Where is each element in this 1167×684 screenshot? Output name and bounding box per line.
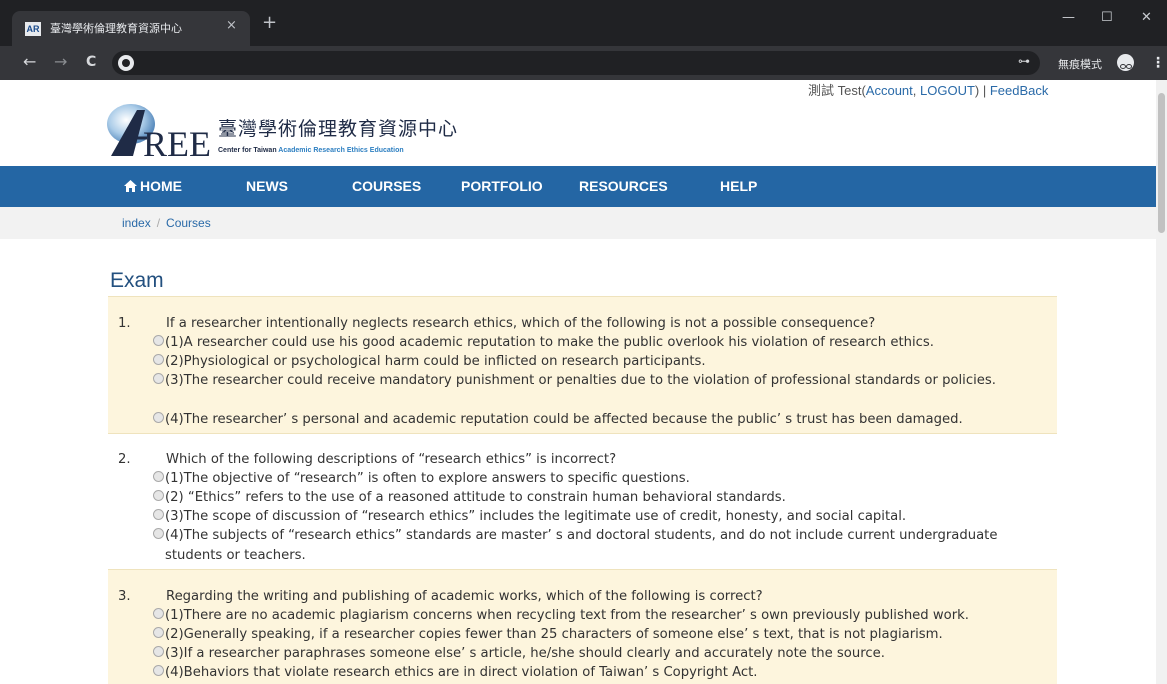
radio-button[interactable] (153, 528, 164, 539)
tab-close-icon[interactable]: × (226, 18, 237, 33)
radio-button[interactable] (153, 608, 164, 619)
close-window-button[interactable]: ✕ (1141, 10, 1152, 25)
browser-tab[interactable]: AR 臺灣學術倫理教育資源中心 × (12, 11, 250, 46)
option-row[interactable]: (4)The researcher’ s personal and academ… (153, 410, 1051, 430)
option-row[interactable]: (3)If a researcher paraphrases someone e… (153, 644, 1051, 664)
option-row[interactable]: (1)There are no academic plagiarism conc… (153, 606, 1051, 626)
option-row[interactable]: (3)The scope of discussion of “research … (153, 507, 1051, 527)
nav-portfolio[interactable]: PORTFOLIO (461, 178, 543, 194)
radio-button[interactable] (153, 471, 164, 482)
account-link[interactable]: Account (866, 83, 913, 98)
logo-mark-text: REE (143, 124, 211, 162)
logo-chinese-name: 臺灣學術倫理教育資源中心 (218, 118, 459, 140)
question-number: 1. (118, 316, 131, 331)
radio-button[interactable] (153, 373, 164, 384)
home-icon (124, 180, 137, 192)
breadcrumb: index / Courses (122, 216, 211, 230)
question-number: 2. (118, 452, 131, 467)
logo-english-name: Center for Taiwan Academic Research Ethi… (218, 147, 404, 154)
option-label: (3)If a researcher paraphrases someone e… (165, 646, 885, 661)
question-text: Which of the following descriptions of “… (166, 452, 617, 467)
site-info-icon[interactable] (118, 55, 134, 71)
option-label: (1)The objective of “research” is often … (165, 471, 690, 486)
maximize-window-button[interactable]: ☐ (1101, 10, 1113, 25)
nav-resources[interactable]: RESOURCES (579, 178, 668, 194)
tab-favicon-icon: AR (25, 22, 41, 36)
radio-button[interactable] (153, 665, 164, 676)
option-row[interactable]: (1)The objective of “research” is often … (153, 469, 1051, 489)
radio-button[interactable] (153, 354, 164, 365)
option-row[interactable]: (2) “Ethics” refers to the use of a reas… (153, 488, 1051, 508)
radio-button[interactable] (153, 412, 164, 423)
logo-mark-icon: REE (107, 104, 211, 162)
new-tab-button[interactable]: + (262, 14, 277, 32)
incognito-icon[interactable] (1117, 54, 1134, 71)
option-label: (1)A researcher could use his good acade… (165, 335, 934, 350)
breadcrumb-bar: index / Courses (0, 207, 1156, 239)
tab-title: 臺灣學術倫理教育資源中心 (50, 22, 182, 35)
nav-home-label: HOME (140, 178, 182, 194)
option-row[interactable]: (2)Physiological or psychological harm c… (153, 352, 1051, 372)
option-row[interactable]: (4)Behaviors that violate research ethic… (153, 663, 1051, 683)
user-bar: 測試 Test(Account, LOGOUT) | FeedBack (808, 80, 1048, 99)
scrollbar-thumb[interactable] (1158, 93, 1165, 233)
minimize-window-button[interactable]: — (1062, 10, 1075, 25)
option-label: (2)Generally speaking, if a researcher c… (165, 627, 943, 642)
option-label: (4)The researcher’ s personal and academ… (165, 412, 963, 427)
breadcrumb-separator: / (156, 216, 161, 230)
page-scrollbar[interactable] (1156, 80, 1167, 684)
browser-menu-icon[interactable]: ⋮ (1151, 55, 1165, 71)
option-label: (3)The scope of discussion of “research … (165, 509, 907, 524)
question-1: 1. If a researcher intentionally neglect… (108, 296, 1057, 434)
option-label: (1)There are no academic plagiarism conc… (165, 608, 969, 623)
breadcrumb-courses-link[interactable]: Courses (166, 216, 211, 230)
question-3: 3. Regarding the writing and publishing … (108, 569, 1057, 684)
back-icon[interactable]: ← (23, 53, 36, 71)
page-viewport: 測試 Test(Account, LOGOUT) | FeedBack REE … (0, 80, 1156, 684)
address-bar[interactable]: ⊶ (112, 51, 1040, 75)
option-row[interactable]: (3)The researcher could receive mandator… (153, 371, 1051, 391)
option-row[interactable]: (2)Generally speaking, if a researcher c… (153, 625, 1051, 645)
question-number: 3. (118, 589, 131, 604)
nav-home[interactable]: HOME (124, 178, 182, 194)
page-title: Exam (110, 269, 164, 292)
option-label: (2)Physiological or psychological harm c… (165, 354, 706, 369)
option-row[interactable]: (4)The subjects of “research ethics” sta… (153, 526, 1051, 565)
feedback-link[interactable]: FeedBack (990, 83, 1049, 98)
userbar-separator: ) | (974, 83, 990, 98)
site-logo[interactable]: REE 臺灣學術倫理教育資源中心 Center for Taiwan Acade… (103, 102, 463, 162)
option-label: (4)Behaviors that violate research ethic… (165, 665, 758, 680)
nav-news[interactable]: NEWS (246, 178, 288, 194)
radio-button[interactable] (153, 490, 164, 501)
radio-button[interactable] (153, 627, 164, 638)
userbar-comma: , (912, 83, 921, 98)
option-row[interactable]: (1)A researcher could use his good acade… (153, 333, 1051, 353)
radio-button[interactable] (153, 335, 164, 346)
user-name: 測試 Test( (808, 83, 866, 98)
option-label: (4)The subjects of “research ethics” sta… (165, 528, 998, 563)
breadcrumb-index-link[interactable]: index (122, 216, 151, 230)
browser-toolbar: ← → C ⊶ 無痕模式 ⋮ (0, 46, 1167, 80)
reload-icon[interactable]: C (86, 53, 96, 71)
nav-help[interactable]: HELP (720, 178, 757, 194)
option-label: (3)The researcher could receive mandator… (165, 373, 996, 388)
browser-titlebar: AR 臺灣學術倫理教育資源中心 × + — ☐ ✕ (0, 0, 1167, 46)
logout-link[interactable]: LOGOUT (920, 83, 975, 98)
radio-button[interactable] (153, 509, 164, 520)
radio-button[interactable] (153, 646, 164, 657)
nav-courses[interactable]: COURSES (352, 178, 421, 194)
question-text: If a researcher intentionally neglects r… (166, 316, 876, 331)
forward-icon[interactable]: → (54, 53, 67, 71)
question-2: 2. Which of the following descriptions o… (108, 433, 1057, 567)
key-icon[interactable]: ⊶ (1018, 54, 1030, 68)
option-label: (2) “Ethics” refers to the use of a reas… (165, 490, 786, 505)
incognito-label: 無痕模式 (1058, 58, 1102, 71)
question-text: Regarding the writing and publishing of … (166, 589, 763, 604)
main-nav: HOME NEWS COURSES PORTFOLIO RESOURCES HE… (0, 166, 1156, 207)
